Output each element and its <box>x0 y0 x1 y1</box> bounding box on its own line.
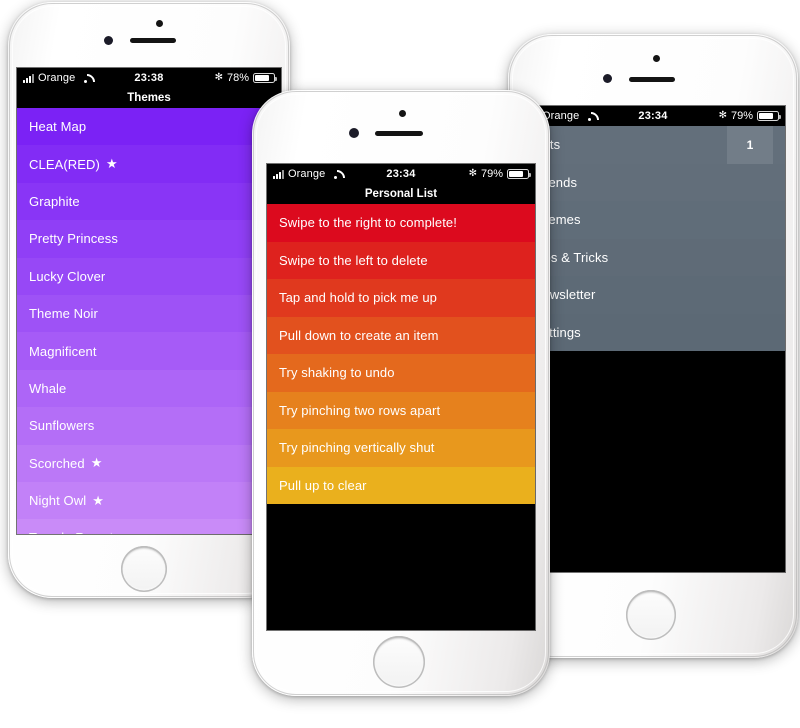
front-camera-icon <box>349 128 359 138</box>
front-camera-icon <box>603 74 612 83</box>
list-item[interactable]: Night Owl ★ <box>17 481 281 520</box>
personal-list[interactable]: Swipe to the right to complete! Swipe to … <box>267 204 535 504</box>
list-item[interactable]: Magnificent <box>17 332 281 370</box>
list-item-label: Swipe to the right to complete! <box>279 215 457 231</box>
list-item-badge <box>727 314 773 352</box>
star-icon: ★ <box>105 530 117 534</box>
list-item-label: Pull down to create an item <box>279 327 439 343</box>
nav-title-themes: Themes <box>17 88 281 108</box>
list-item-badge <box>727 164 773 202</box>
battery-icon <box>757 111 781 121</box>
menu-list[interactable]: Lists1FriendsThemesTips & TricksNewslett… <box>521 126 785 351</box>
list-item-label: Swipe to the left to delete <box>279 252 428 268</box>
phone-left: Orange 23:38 ✻ 78% Themes Heat Map CLEA(R… <box>8 2 290 598</box>
proximity-sensor-icon <box>399 110 406 117</box>
status-bar: Orange 23:34 ✻ 79% <box>267 164 535 184</box>
phone-center: Orange 23:34 ✻ 79% Personal List Swipe t… <box>252 90 550 696</box>
proximity-sensor-icon <box>653 55 660 62</box>
mockup-scene: Orange 23:38 ✻ 78% Themes Heat Map CLEA(R… <box>0 0 800 728</box>
battery-percent-label: 78% <box>226 72 249 84</box>
home-button[interactable] <box>121 546 167 592</box>
list-item[interactable]: Whale <box>17 369 281 408</box>
bluetooth-icon: ✻ <box>468 168 477 179</box>
earpiece-speaker <box>629 77 675 82</box>
list-item[interactable]: Try shaking to undo <box>267 354 535 392</box>
list-item[interactable]: Tips & Tricks <box>521 238 785 277</box>
list-item[interactable]: Pull down to create an item <box>267 316 535 354</box>
list-item[interactable]: Themes <box>521 201 785 239</box>
phone-left-screen: Orange 23:38 ✻ 78% Themes Heat Map CLEA(R… <box>17 68 281 534</box>
list-item-label: Temple Run <box>29 530 99 534</box>
list-item[interactable]: Swipe to the left to delete <box>267 241 535 279</box>
list-item-label: Scorched <box>29 455 85 471</box>
battery-icon <box>507 169 531 179</box>
list-item[interactable]: Heat Map <box>17 108 281 146</box>
home-button[interactable] <box>626 590 676 640</box>
themes-list[interactable]: Heat Map CLEA(RED) ★ Graphite Pretty Princes… <box>17 108 281 534</box>
list-item-label: Magnificent <box>29 343 97 359</box>
status-bar: Orange 23:38 ✻ 78% <box>17 68 281 88</box>
list-item-label: Heat Map <box>29 119 87 135</box>
list-item[interactable]: Graphite <box>17 182 281 221</box>
list-item-badge: 1 <box>727 126 773 164</box>
battery-percent-label: 79% <box>480 168 503 180</box>
list-item-label: Try shaking to undo <box>279 365 395 381</box>
list-item-label: Graphite <box>29 193 80 209</box>
list-item[interactable]: Settings <box>521 313 785 352</box>
list-item-label: Night Owl <box>29 493 87 509</box>
phone-center-screen: Orange 23:34 ✻ 79% Personal List Swipe t… <box>267 164 535 630</box>
bluetooth-icon: ✻ <box>718 110 727 121</box>
list-item-label: CLEA(RED) <box>29 156 100 172</box>
list-item[interactable]: Tap and hold to pick me up <box>267 279 535 317</box>
status-bar: Orange 23:34 ✻ 79% <box>521 106 785 126</box>
list-item-label: Theme Noir <box>29 306 98 322</box>
list-item[interactable]: Friends <box>521 163 785 202</box>
status-bar-right: ✻ 79% <box>468 168 531 180</box>
list-item[interactable]: Pretty Princess <box>17 220 281 258</box>
list-item-label: Sunflowers <box>29 418 95 434</box>
list-item-badge <box>727 239 773 277</box>
list-item[interactable]: Sunflowers <box>17 407 281 445</box>
list-item[interactable]: Try pinching vertically shut <box>267 429 535 467</box>
list-item-badge <box>727 201 773 239</box>
proximity-sensor-icon <box>156 20 163 27</box>
list-item[interactable]: Scorched ★ <box>17 444 281 482</box>
nav-title-personal-list: Personal List <box>267 184 535 204</box>
star-icon: ★ <box>92 492 105 508</box>
status-bar-right: ✻ 78% <box>214 72 277 84</box>
list-item-label: Try pinching two rows apart <box>279 402 441 418</box>
list-item[interactable]: Lists1 <box>521 126 785 164</box>
list-item[interactable]: Swipe to the right to complete! <box>267 204 535 242</box>
list-item-label: Lucky Clover <box>29 268 106 284</box>
list-item-badge <box>727 276 773 314</box>
earpiece-speaker <box>375 131 423 136</box>
phone-right: Orange 23:34 ✻ 79% Lists1FriendsThemesTi… <box>508 34 798 658</box>
list-item-label: Pretty Princess <box>29 231 118 247</box>
phone-right-screen: Orange 23:34 ✻ 79% Lists1FriendsThemesTi… <box>521 106 785 572</box>
list-item[interactable]: CLEA(RED) ★ <box>17 145 281 183</box>
front-camera-icon <box>104 36 113 45</box>
star-icon: ★ <box>90 455 103 471</box>
list-item-label: Tap and hold to pick me up <box>279 290 437 306</box>
list-item[interactable]: Pull up to clear <box>267 466 535 504</box>
list-item-label: Whale <box>29 380 67 396</box>
list-item[interactable]: Try pinching two rows apart <box>267 391 535 429</box>
list-item-label: Pull up to clear <box>279 477 367 493</box>
earpiece-speaker <box>130 38 176 43</box>
list-item[interactable]: Temple Run ★ <box>17 519 281 534</box>
battery-percent-label: 79% <box>730 110 753 122</box>
home-button[interactable] <box>373 636 425 688</box>
list-item[interactable]: Newsletter <box>521 276 785 314</box>
bluetooth-icon: ✻ <box>214 72 223 83</box>
list-item[interactable]: Theme Noir <box>17 294 281 333</box>
list-item-label: Try pinching vertically shut <box>279 440 435 456</box>
star-icon: ★ <box>105 156 118 172</box>
battery-icon <box>253 73 277 83</box>
list-item[interactable]: Lucky Clover <box>17 257 281 295</box>
status-bar-right: ✻ 79% <box>718 110 781 122</box>
